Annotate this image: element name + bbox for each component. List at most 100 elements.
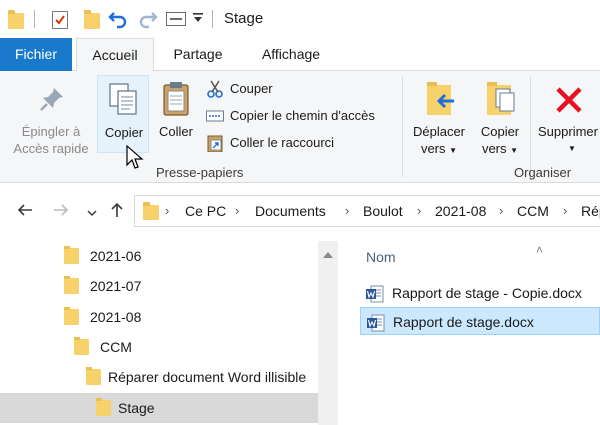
pin-label-line2: Accès rapide xyxy=(13,141,89,156)
folder-icon xyxy=(143,202,159,220)
folder-icon xyxy=(86,367,101,385)
title-bar: Stage xyxy=(0,0,600,38)
mouse-cursor-icon xyxy=(126,144,144,171)
paste-label: Coller xyxy=(159,124,193,139)
tree-item-label: 2021-06 xyxy=(90,248,142,264)
group-divider xyxy=(402,77,403,177)
copy-icon xyxy=(108,82,138,116)
file-list: Nom ˄ Rapport de stage - Copie.docx Rapp… xyxy=(346,241,600,425)
file-row-selected[interactable]: Rapport de stage.docx xyxy=(360,307,600,335)
folder-icon xyxy=(64,307,79,325)
paste-icon xyxy=(161,81,191,117)
new-folder-icon[interactable] xyxy=(84,10,100,29)
file-name: Rapport de stage - Copie.docx xyxy=(392,285,582,301)
folder-icon xyxy=(74,337,89,355)
copy-to-line2: vers ▼ xyxy=(481,141,519,156)
scroll-up-icon[interactable] xyxy=(323,247,333,258)
tree-item-label: CCM xyxy=(100,339,132,355)
tree-item-2021-07[interactable]: 2021-07 xyxy=(0,271,318,301)
breadcrumb-documents[interactable]: Documents xyxy=(255,203,326,219)
properties-check-icon[interactable] xyxy=(52,11,68,29)
breadcrumb-boulot[interactable]: Boulot xyxy=(363,203,403,219)
chevron-right-icon: › xyxy=(235,203,240,218)
rename-icon[interactable] xyxy=(166,12,186,26)
folder-icon xyxy=(8,10,24,29)
word-document-icon xyxy=(366,284,384,303)
divider xyxy=(212,10,213,28)
navigation-tree: 2021-06 2021-07 2021-08 CCM Réparer docu… xyxy=(0,241,340,425)
tab-view[interactable]: Affichage xyxy=(246,38,336,71)
recent-locations-chevron-icon[interactable] xyxy=(86,203,98,223)
organize-group-label: Organiser xyxy=(514,165,572,180)
tab-share[interactable]: Partage xyxy=(160,38,236,71)
chevron-right-icon: › xyxy=(499,203,504,218)
chevron-right-icon: › xyxy=(417,203,422,218)
ribbon-home: Épingler à Accès rapide Copier Coller Co… xyxy=(0,71,600,183)
paste-shortcut-label: Coller le raccourci xyxy=(230,135,335,150)
chevron-right-icon: › xyxy=(563,203,568,218)
scissors-icon xyxy=(206,80,224,98)
undo-icon[interactable] xyxy=(108,9,128,29)
copy-label: Copier xyxy=(104,125,144,140)
tab-home[interactable]: Accueil xyxy=(76,38,154,72)
pin-to-quick-access-button[interactable]: Épingler à Accès rapide xyxy=(6,79,96,163)
delete-icon xyxy=(554,85,584,115)
group-divider xyxy=(530,77,531,177)
up-arrow-icon[interactable] xyxy=(108,201,126,223)
forward-arrow-icon[interactable] xyxy=(52,201,70,223)
file-row[interactable]: Rapport de stage - Copie.docx xyxy=(360,279,600,307)
delete-label: Supprimer xyxy=(538,124,598,139)
folder-icon xyxy=(96,398,111,416)
move-to-line2: vers ▼ xyxy=(420,141,458,156)
ribbon-tabs: Fichier Accueil Partage Affichage xyxy=(0,38,600,72)
tab-file[interactable]: Fichier xyxy=(0,38,72,71)
pin-icon xyxy=(38,85,66,113)
copy-to-button[interactable]: Copier vers ▼ xyxy=(474,75,526,159)
navigation-bar: › Ce PC › Documents › Boulot › 2021-08 ›… xyxy=(0,183,600,241)
tree-item-2021-06[interactable]: 2021-06 xyxy=(0,241,318,271)
chevron-right-icon: › xyxy=(345,203,350,218)
tree-item-stage[interactable]: Stage xyxy=(0,393,318,423)
cut-label: Couper xyxy=(230,81,273,96)
folder-icon xyxy=(64,246,79,264)
sort-ascending-icon: ˄ xyxy=(536,243,544,257)
paste-shortcut-icon xyxy=(206,134,224,153)
delete-dropdown-icon: ▼ xyxy=(568,144,576,153)
delete-button[interactable]: Supprimer ▼ xyxy=(534,75,600,159)
redo-icon[interactable] xyxy=(138,9,158,29)
move-to-line1: Déplacer xyxy=(412,124,466,139)
column-header-label: Nom xyxy=(366,249,396,265)
paste-button[interactable]: Coller xyxy=(152,75,200,153)
breadcrumb-2021-08[interactable]: 2021-08 xyxy=(435,203,486,219)
word-document-icon xyxy=(367,313,385,332)
copy-path-icon xyxy=(206,107,224,125)
clipboard-group-label: Presse-papiers xyxy=(156,165,244,180)
pin-label-line1: Épingler à xyxy=(21,124,81,139)
tree-item-label: Réparer document Word illisible xyxy=(108,369,307,385)
folder-icon xyxy=(64,276,79,294)
tree-scrollbar[interactable] xyxy=(318,241,338,425)
column-header-name[interactable]: Nom ˄ xyxy=(366,243,543,265)
customize-dropdown-icon[interactable] xyxy=(192,11,204,25)
move-to-button[interactable]: Déplacer vers ▼ xyxy=(406,75,472,159)
copy-button[interactable]: Copier xyxy=(97,75,149,153)
breadcrumb-ccm[interactable]: CCM xyxy=(517,203,549,219)
tree-item-label: 2021-07 xyxy=(90,278,142,294)
file-name: Rapport de stage.docx xyxy=(393,314,534,330)
breadcrumb-this-pc[interactable]: Ce PC xyxy=(185,203,226,219)
tree-item-ccm[interactable]: CCM xyxy=(0,332,318,362)
tree-item-2021-08[interactable]: 2021-08 xyxy=(0,302,318,332)
tree-item-label: 2021-08 xyxy=(90,309,142,325)
tree-item-label: Stage xyxy=(118,400,155,416)
address-bar[interactable]: › Ce PC › Documents › Boulot › 2021-08 ›… xyxy=(134,195,600,227)
copy-path-label: Copier le chemin d'accès xyxy=(230,108,375,123)
tree-item-reparer-document[interactable]: Réparer document Word illisible xyxy=(0,362,318,392)
back-arrow-icon[interactable] xyxy=(16,201,34,223)
move-to-icon xyxy=(424,81,456,117)
breadcrumb-reparer[interactable]: Réparer xyxy=(581,203,600,219)
chevron-right-icon: › xyxy=(165,203,170,218)
divider xyxy=(34,10,35,28)
copy-to-line1: Copier xyxy=(480,124,520,139)
window-title: Stage xyxy=(224,10,264,27)
copy-to-icon xyxy=(484,81,516,117)
